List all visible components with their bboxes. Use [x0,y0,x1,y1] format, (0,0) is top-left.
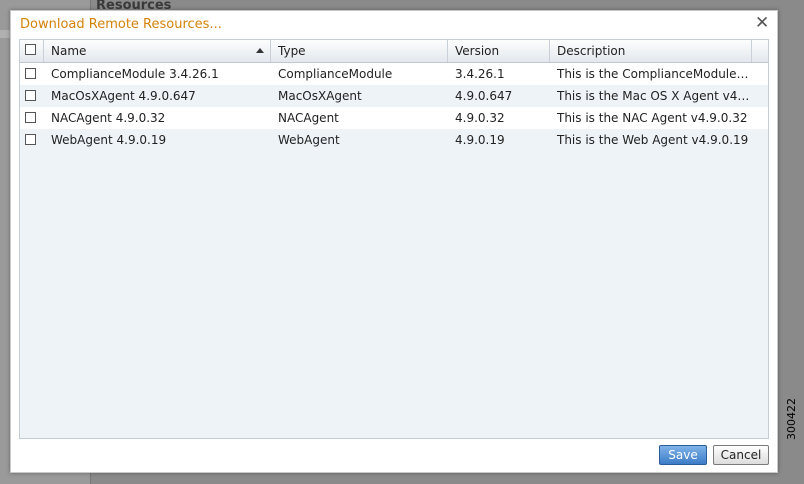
column-header-name-label: Name [51,44,87,58]
figure-id: 300422 [785,398,798,440]
table-row[interactable]: ComplianceModule 3.4.26.1 ComplianceModu… [20,63,768,85]
cell-version: 4.9.0.19 [455,133,505,147]
table-row[interactable]: WebAgent 4.9.0.19 WebAgent 4.9.0.19 This… [20,129,768,151]
header-select-all-cell [20,40,44,62]
cell-type: WebAgent [278,133,340,147]
table-row[interactable]: MacOsXAgent 4.9.0.647 MacOsXAgent 4.9.0.… [20,85,768,107]
resources-grid: Name Type Version Description Compliance… [19,39,769,439]
row-select-cell [20,129,44,151]
column-header-description-label: Description [557,44,626,58]
row-checkbox[interactable] [25,134,36,145]
cell-version: 4.9.0.32 [455,111,505,125]
sort-ascending-icon [256,48,264,53]
cell-name: NACAgent 4.9.0.32 [51,111,166,125]
cell-description: This is the NAC Agent v4.9.0.32 [557,111,748,125]
row-select-cell [20,107,44,129]
cell-version: 3.4.26.1 [455,67,505,81]
column-header-version[interactable]: Version [448,40,550,62]
cell-name: MacOsXAgent 4.9.0.647 [51,89,196,103]
cell-description: This is the Mac OS X Agent v4.9... [557,89,752,103]
dialog-title: Download Remote Resources... [20,17,222,32]
cancel-button[interactable]: Cancel [713,445,769,465]
cell-version: 4.9.0.647 [455,89,513,103]
row-checkbox[interactable] [25,90,36,101]
row-select-cell [20,85,44,107]
column-header-type[interactable]: Type [271,40,448,62]
cell-type: NACAgent [278,111,339,125]
column-header-version-label: Version [455,44,500,58]
column-header-type-label: Type [278,44,306,58]
download-remote-resources-dialog: Download Remote Resources... ✕ Name Type… [10,10,778,473]
save-button[interactable]: Save [659,445,707,465]
select-all-checkbox[interactable] [25,44,36,55]
column-header-description[interactable]: Description [550,40,752,62]
cell-description: This is the Web Agent v4.9.0.19 [557,133,749,147]
row-select-cell [20,63,44,85]
cell-name: WebAgent 4.9.0.19 [51,133,167,147]
cell-type: MacOsXAgent [278,89,362,103]
column-header-name[interactable]: Name [44,40,271,62]
cell-description: This is the ComplianceModule v3... [557,67,752,81]
close-icon[interactable]: ✕ [755,15,769,32]
cell-type: ComplianceModule [278,67,393,81]
row-checkbox[interactable] [25,68,36,79]
row-checkbox[interactable] [25,112,36,123]
grid-header: Name Type Version Description [20,40,768,63]
column-header-filler [752,40,768,62]
grid-rows: ComplianceModule 3.4.26.1 ComplianceModu… [20,63,768,151]
table-row[interactable]: NACAgent 4.9.0.32 NACAgent 4.9.0.32 This… [20,107,768,129]
cell-name: ComplianceModule 3.4.26.1 [51,67,219,81]
